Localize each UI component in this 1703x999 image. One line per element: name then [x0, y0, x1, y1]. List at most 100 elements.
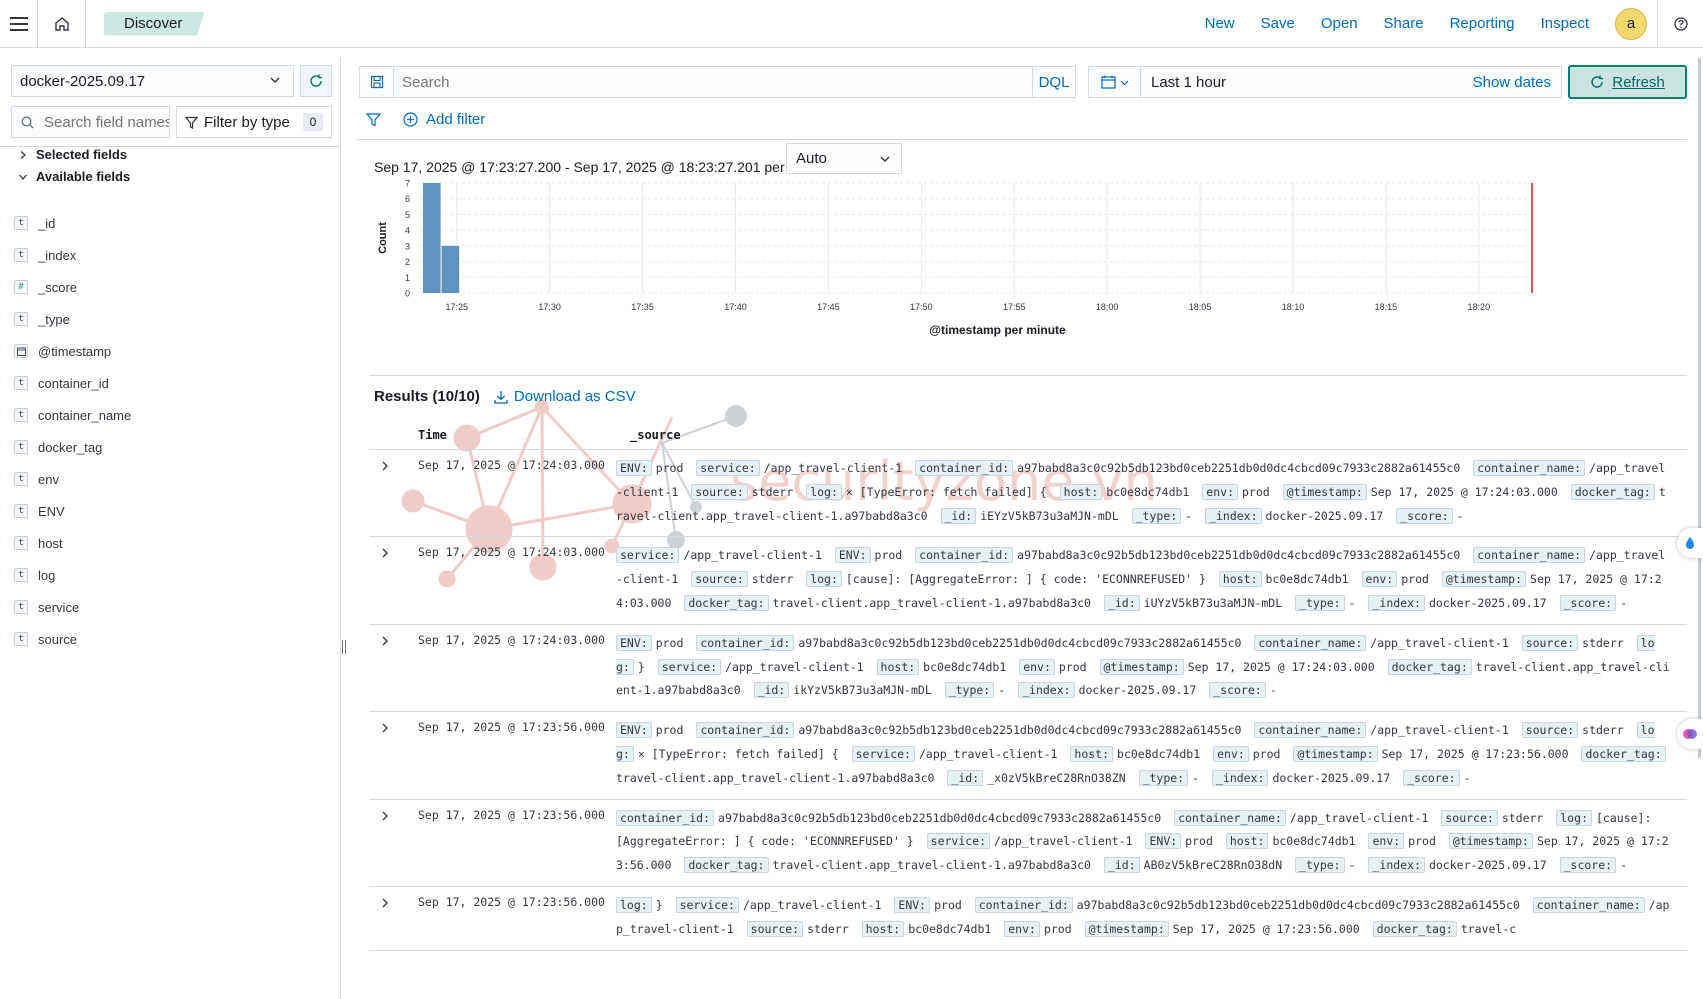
user-avatar[interactable]: a — [1615, 7, 1647, 40]
source-field-value: ikYzV5kB73u3aMJN-mDL — [793, 683, 932, 698]
source-field-key: ENV: — [1145, 833, 1182, 850]
filter-by-type-button[interactable]: Filter by type 0 — [176, 106, 332, 138]
source-field-value: /app_travel-client-1 — [1289, 810, 1429, 825]
home-button[interactable] — [38, 0, 86, 48]
x-tick-label: 18:00 — [1096, 302, 1119, 312]
breadcrumb-discover[interactable]: Discover — [104, 11, 205, 36]
query-search-input[interactable] — [402, 73, 1002, 91]
source-field-value: travel-client.app_travel-client-1.a97bab… — [616, 770, 935, 785]
field-item[interactable]: t source — [14, 623, 334, 655]
field-name: _index — [38, 247, 77, 263]
field-search-input[interactable] — [44, 113, 169, 131]
source-field-key: container_name: — [1254, 722, 1367, 739]
source-field-value: stderr — [1501, 810, 1544, 825]
source-field-value: stderr — [751, 572, 794, 587]
quick-date-menu-button[interactable] — [1089, 67, 1141, 97]
field-item[interactable]: @timestamp — [14, 335, 334, 367]
row-source: log:} service:/app_travel-client-1 ENV: p… — [616, 894, 1671, 942]
query-language-button[interactable]: DQL — [1032, 66, 1076, 98]
field-item[interactable]: t _type — [14, 303, 334, 335]
x-tick-label: 17:40 — [724, 302, 747, 312]
field-item[interactable]: t container_name — [14, 399, 334, 431]
field-item[interactable]: t log — [14, 559, 334, 591]
source-field-key: service: — [675, 896, 739, 913]
saved-query-button[interactable] — [359, 66, 393, 98]
source-field-value: prod — [934, 897, 962, 912]
source-field-value: _x0zV5kBreC28RnO38ZN — [987, 770, 1126, 785]
column-time[interactable]: Time — [418, 428, 630, 442]
source-field-key: _index: — [1018, 682, 1075, 699]
share-button[interactable]: Share — [1384, 15, 1424, 32]
table-header: Time _source — [370, 420, 1687, 450]
source-field-value: stderr — [751, 484, 794, 499]
index-pattern-select[interactable]: docker-2025.09.17 — [11, 65, 294, 97]
interval-value: Auto — [796, 150, 827, 167]
field-item[interactable]: # _score — [14, 271, 334, 303]
index-pattern-label: docker-2025.09.17 — [20, 72, 146, 90]
floating-ai-button[interactable] — [1677, 719, 1703, 749]
source-field-key: _id: — [753, 682, 790, 699]
field-item[interactable]: t service — [14, 591, 334, 623]
table-row: Sep 17, 2025 @ 17:23:56.000 log:} service… — [370, 887, 1687, 951]
source-field-value: prod — [1185, 834, 1213, 849]
refresh-index-button[interactable] — [300, 65, 332, 97]
expand-row-button[interactable] — [370, 632, 404, 703]
source-field-key: _type: — [1131, 507, 1182, 524]
page-scrollbar[interactable] — [1698, 58, 1701, 758]
field-item[interactable]: t ENV — [14, 495, 334, 527]
expand-row-button[interactable] — [370, 457, 404, 528]
field-item[interactable]: t docker_tag — [14, 431, 334, 463]
source-field-value: prod — [1043, 921, 1072, 936]
expand-row-button[interactable] — [370, 544, 404, 615]
table-row: Sep 17, 2025 @ 17:23:56.000 ENV: prod cont… — [370, 712, 1687, 800]
time-range-label[interactable]: Last 1 hour — [1151, 74, 1226, 91]
source-field-value: travel-client.app_travel-client-1.a97bab… — [772, 858, 1092, 873]
show-dates-button[interactable]: Show dates — [1473, 74, 1551, 91]
y-tick-label: 0 — [405, 289, 410, 299]
add-filter-button[interactable]: Add filter — [403, 111, 485, 128]
source-field-value: bc0e8dc74db1 — [908, 921, 992, 936]
open-button[interactable]: Open — [1321, 15, 1358, 32]
search-icon — [21, 116, 34, 129]
source-field-key: service: — [851, 745, 915, 762]
source-field-key: @timestamp: — [1084, 920, 1169, 937]
field-item[interactable]: t _index — [14, 239, 334, 271]
source-field-key: host: — [1059, 483, 1103, 500]
source-field-key: docker_tag: — [684, 594, 769, 611]
chevron-right-icon — [382, 636, 388, 646]
field-item[interactable]: t host — [14, 527, 334, 559]
filter-icon[interactable] — [366, 112, 381, 127]
interval-select[interactable]: Auto — [786, 143, 902, 174]
reporting-button[interactable]: Reporting — [1450, 15, 1515, 32]
refresh-button[interactable]: Refresh — [1568, 65, 1687, 99]
field-item[interactable]: t _id — [14, 207, 334, 239]
source-field-key: _score: — [1209, 682, 1266, 699]
chevron-down-icon — [270, 77, 280, 83]
source-field-value: prod — [655, 723, 684, 738]
floating-assistant-button[interactable] — [1677, 528, 1703, 558]
expand-row-button[interactable] — [370, 894, 404, 942]
available-fields-toggle[interactable]: Available fields — [18, 169, 130, 184]
selected-fields-toggle[interactable]: Selected fields — [18, 147, 127, 162]
chevron-right-icon — [382, 461, 388, 471]
field-item[interactable]: t container_id — [14, 367, 334, 399]
field-name: env — [38, 471, 59, 487]
results-table: Time _source Sep 17, 2025 @ 17:24:03.000… — [370, 420, 1687, 951]
query-search — [393, 66, 1032, 98]
new-button[interactable]: New — [1205, 15, 1235, 32]
menu-toggle-button[interactable] — [0, 0, 38, 48]
field-item[interactable]: t env — [14, 463, 334, 495]
column-source[interactable]: _source — [630, 428, 681, 442]
source-field-value: } — [655, 897, 663, 912]
string-field-icon: t — [14, 536, 28, 550]
sidebar-resize-handle[interactable] — [341, 640, 347, 658]
inspect-button[interactable]: Inspect — [1541, 15, 1589, 32]
source-field-value: - — [1192, 770, 1200, 785]
save-button[interactable]: Save — [1261, 15, 1295, 32]
source-field-key: container_name: — [1473, 460, 1586, 476]
help-button[interactable] — [1657, 0, 1703, 48]
expand-row-button[interactable] — [370, 719, 404, 790]
source-field-key: source: — [1441, 809, 1498, 826]
expand-row-button[interactable] — [370, 807, 404, 878]
download-csv-button[interactable]: Download as CSV — [494, 388, 636, 405]
